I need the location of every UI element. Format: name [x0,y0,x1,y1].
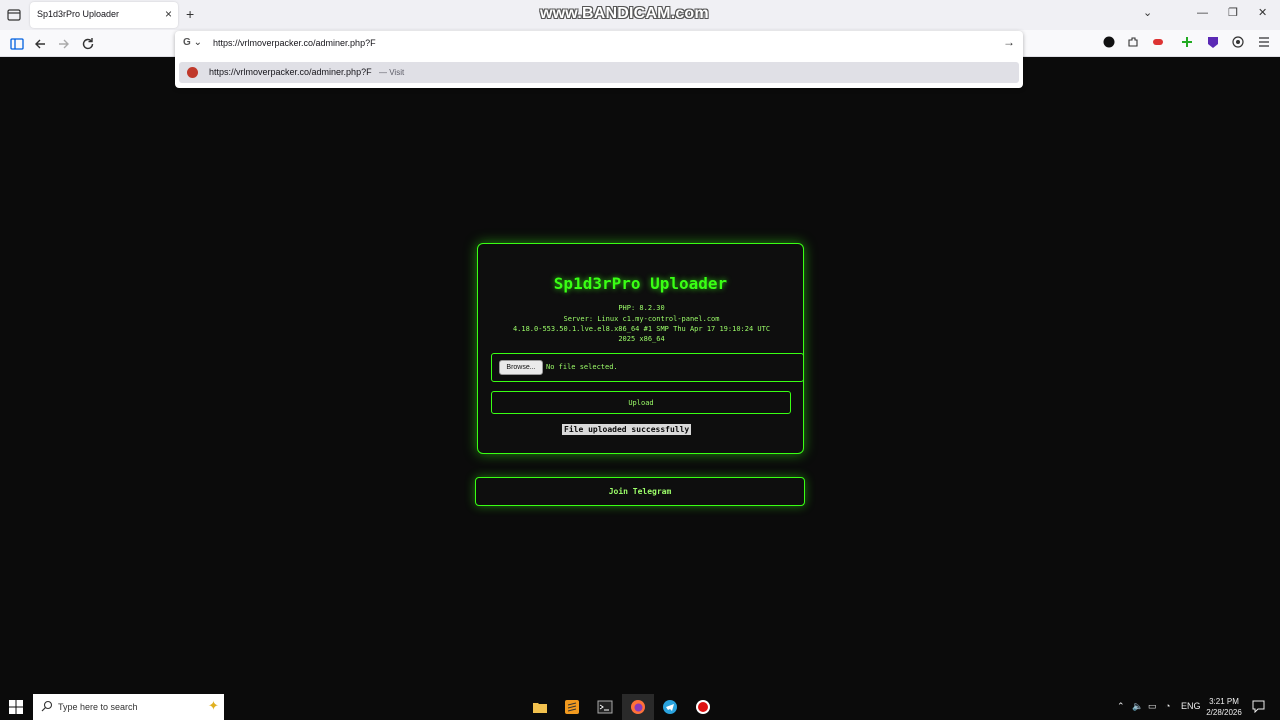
url-suggestion-row[interactable]: https://vrlmoverpacker.co/adminer.php?F … [179,62,1019,83]
windows-start-icon[interactable] [9,700,23,714]
suggestion-url: https://vrlmoverpacker.co/adminer.php?F [209,67,372,77]
forward-icon[interactable] [56,36,72,52]
minimize-icon[interactable]: — [1197,6,1208,20]
list-all-tabs-icon[interactable]: ⌄ [1143,6,1152,20]
extension-purple-icon[interactable] [1206,35,1220,49]
success-message: File uploaded successfully [562,424,692,435]
close-tab-icon[interactable]: × [165,7,172,21]
search-highlight-icon: ✦ [208,698,219,713]
close-window-icon[interactable]: ✕ [1258,6,1267,20]
back-icon[interactable] [32,36,48,52]
network-icon[interactable]: ◔ [1165,701,1170,711]
reload-icon[interactable] [80,36,96,52]
file-input[interactable]: Browse... No file selected. [491,353,804,382]
taskbar-search[interactable]: Type here to search ✦ [33,694,224,720]
battery-icon[interactable]: ▭ [1148,701,1157,712]
tab-list-icon[interactable] [6,7,22,23]
telegram-icon[interactable] [662,699,678,715]
file-status: No file selected. [546,363,618,371]
page-title: Sp1d3rPro Uploader [553,274,728,293]
clock-date: 2/28/2026 [1206,708,1242,717]
url-input[interactable] [213,35,973,51]
suggestion-action: — Visit [379,68,405,77]
extension-green-icon[interactable] [1180,35,1194,49]
restore-icon[interactable]: ❐ [1228,6,1238,20]
google-icon: G [183,37,191,48]
go-arrow-icon[interactable]: → [1003,35,1015,49]
sublime-text-icon[interactable] [564,699,580,715]
upload-button[interactable]: Upload [491,391,791,414]
sidebar-icon[interactable] [9,36,25,52]
recording-watermark: www.BANDICAM.com [540,5,709,22]
volume-icon[interactable]: 🔈 [1132,701,1143,712]
browse-button[interactable]: Browse... [499,360,543,375]
site-favicon-icon [187,67,198,78]
search-placeholder: Type here to search [58,702,138,712]
language-indicator[interactable]: ENG [1181,701,1201,711]
url-bar[interactable]: G ⌄ → https://vrlmoverpacker.co/adminer.… [175,31,1023,88]
join-telegram-button[interactable]: Join Telegram [475,477,805,506]
profile-icon[interactable] [1102,35,1116,49]
tab-active[interactable]: Sp1d3rPro Uploader × [30,2,178,28]
php-version: PHP: 8.2.30 [618,304,665,312]
tab-bar: Sp1d3rPro Uploader × + www.BANDICAM.com … [0,0,1280,30]
extensions-icon[interactable] [1126,35,1140,49]
new-tab-button[interactable]: + [186,6,194,22]
clock[interactable]: 3:21 PM 2/28/2026 [1202,696,1246,718]
page-content: Sp1d3rPro Uploader PHP: 8.2.30 Server: L… [0,57,1280,694]
chevron-up-icon[interactable]: ⌃ [1117,701,1125,712]
notifications-icon[interactable] [1252,700,1265,713]
server-info-line-3: 2025 x86_64 [618,335,665,343]
taskbar: Type here to search ✦ ⌃ 🔈 ▭ ◔ ENG 3:21 P… [0,694,1280,720]
extension-red-icon[interactable] [1151,35,1165,49]
search-icon [41,700,53,712]
terminal-icon[interactable] [597,699,613,715]
file-explorer-icon[interactable] [532,699,548,715]
firefox-icon[interactable] [630,699,646,715]
server-info-line-1: Server: Linux c1.my-control-panel.com [563,315,720,323]
clock-time: 3:21 PM [1209,697,1239,706]
uploader-panel: Sp1d3rPro Uploader PHP: 8.2.30 Server: L… [477,243,804,454]
tab-title: Sp1d3rPro Uploader [37,9,120,19]
chevron-down-icon: ⌄ [193,37,202,48]
bandicam-record-icon[interactable] [695,699,711,715]
menu-icon[interactable] [1257,35,1271,49]
server-info-line-2: 4.18.0-553.50.1.lve.el8.x86_64 #1 SMP Th… [512,325,771,333]
search-engine-selector[interactable]: G ⌄ [183,37,202,48]
extension-gear-icon[interactable] [1231,35,1245,49]
